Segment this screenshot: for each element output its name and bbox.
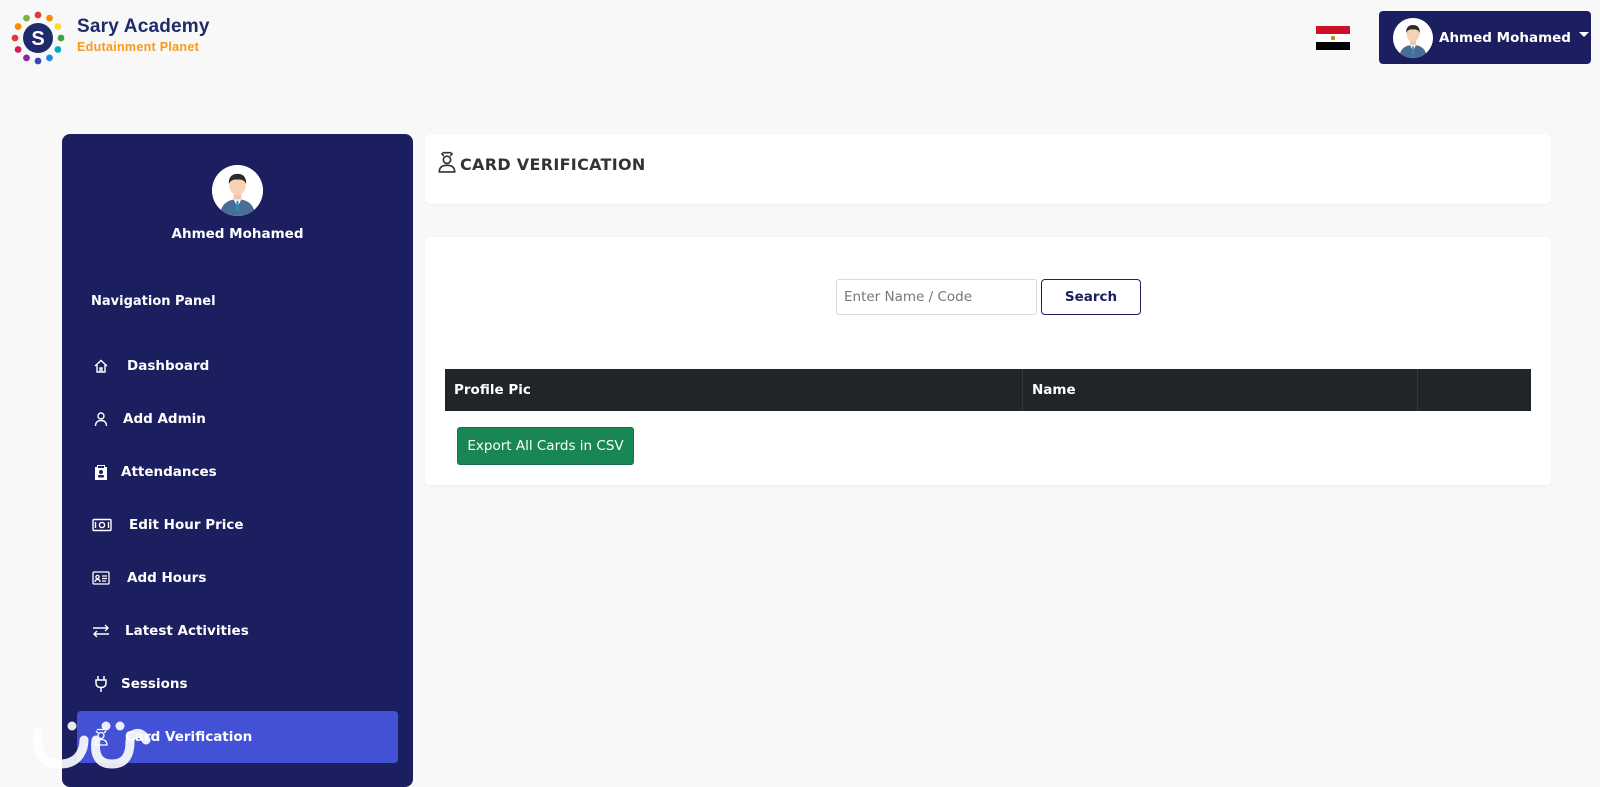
table-header: Profile Pic Name xyxy=(445,369,1531,411)
brand-name: Sary Academy xyxy=(77,16,210,37)
egypt-flag-icon[interactable] xyxy=(1316,26,1350,50)
sidebar-item-label: Add Hours xyxy=(127,570,207,586)
sidebar-item-label: Add Admin xyxy=(123,411,206,427)
export-csv-button[interactable]: Export All Cards in CSV xyxy=(457,427,634,465)
sidebar-item-attendances[interactable]: Attendances xyxy=(77,446,398,498)
user-menu-button[interactable]: Ahmed Mohamed xyxy=(1379,11,1591,64)
sidebar-item-add-hours[interactable]: Add Hours xyxy=(77,552,398,604)
watermark-logo xyxy=(33,721,151,769)
sidebar-item-label: Attendances xyxy=(121,464,217,480)
clipboard-icon xyxy=(91,462,111,482)
sidebar-item-sessions[interactable]: Sessions xyxy=(77,658,398,710)
sidebar-item-add-admin[interactable]: Add Admin xyxy=(77,393,398,445)
top-header: S Sary Academy Edutainment Planet Ahmed … xyxy=(0,0,1600,78)
column-header-name: Name xyxy=(1023,369,1418,411)
sidebar-item-edit-hour-price[interactable]: Edit Hour Price xyxy=(77,499,398,551)
sidebar-item-label: Latest Activities xyxy=(125,623,249,639)
plug-icon xyxy=(91,674,111,694)
sidebar-item-label: Edit Hour Price xyxy=(129,517,244,533)
sidebar-user-name: Ahmed Mohamed xyxy=(171,226,304,242)
home-icon xyxy=(91,356,111,376)
search-button[interactable]: Search xyxy=(1041,279,1141,315)
sidebar: Ahmed Mohamed Navigation Panel Dashboard… xyxy=(62,134,413,787)
card-verification-panel: Search Profile Pic Name Export All Cards… xyxy=(425,237,1551,485)
page-title: CARD VERIFICATION xyxy=(460,155,646,174)
sidebar-item-label: Dashboard xyxy=(127,358,210,374)
logo-letter: S xyxy=(31,28,44,50)
caret-down-icon xyxy=(1578,32,1589,37)
arrows-icon xyxy=(91,621,111,641)
cash-icon xyxy=(91,515,113,535)
sidebar-item-dashboard[interactable]: Dashboard xyxy=(77,340,398,392)
search-input[interactable] xyxy=(836,279,1037,315)
sary-academy-logo[interactable]: S xyxy=(10,10,66,66)
page-title-card: CARD VERIFICATION xyxy=(425,134,1551,204)
user-name: Ahmed Mohamed xyxy=(1439,29,1571,46)
navigation-panel-title: Navigation Panel xyxy=(91,294,216,309)
sidebar-item-latest-activities[interactable]: Latest Activities xyxy=(77,605,398,657)
sidebar-item-label: Sessions xyxy=(121,676,188,692)
column-header-profile-pic: Profile Pic xyxy=(445,369,1023,411)
brand-tagline: Edutainment Planet xyxy=(77,40,200,54)
id-card-icon xyxy=(91,568,111,588)
user-icon xyxy=(91,409,111,429)
brand[interactable]: Sary Academy Edutainment Planet xyxy=(77,16,210,54)
avatar xyxy=(1393,17,1433,58)
column-header-actions xyxy=(1418,369,1531,411)
sidebar-avatar xyxy=(212,165,263,216)
person-badge-icon xyxy=(438,151,456,173)
